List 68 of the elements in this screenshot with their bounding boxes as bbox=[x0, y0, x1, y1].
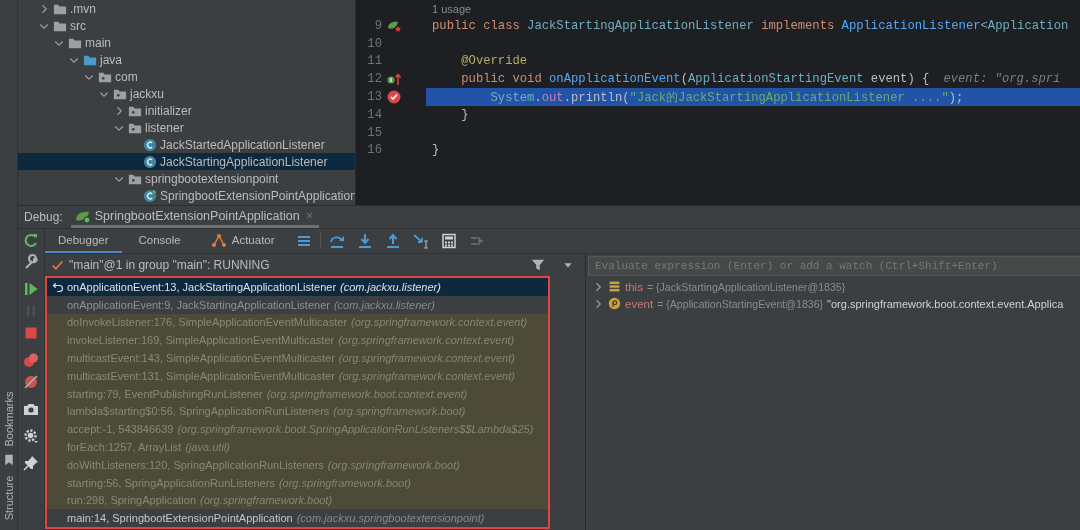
tool-window-tab[interactable]: Structure bbox=[3, 475, 15, 521]
stack-frame[interactable]: main:14, SpringbootExtensionPointApplication (com.jackxu.springbootextensionpoint) bbox=[47, 509, 548, 528]
line-number: 10 bbox=[366, 36, 382, 51]
code-line: } bbox=[460, 107, 469, 122]
stack-frame[interactable]: onApplicationEvent:9, JackStartingApplicationListener (com.jackxu.listener) bbox=[47, 295, 548, 314]
line-number: 16 bbox=[366, 143, 382, 158]
panel-tab[interactable]: Console bbox=[125, 229, 194, 253]
filter-icon[interactable] bbox=[531, 258, 545, 272]
line-number: 11 bbox=[366, 54, 382, 69]
variable-row[interactable]: event = {ApplicationStartingEvent@1836} "org.springframework.boot.context.event.Applica bbox=[586, 295, 1080, 312]
step-into-icon[interactable] bbox=[356, 233, 373, 249]
wrench-icon[interactable] bbox=[23, 254, 39, 270]
line-number: 12 bbox=[366, 72, 382, 87]
tree-item[interactable]: .mvn bbox=[18, 0, 355, 17]
stop-icon[interactable] bbox=[23, 325, 39, 341]
tree-item[interactable]: listener bbox=[18, 119, 355, 136]
session-tab[interactable]: SpringbootExtensionPointApplication × bbox=[70, 206, 320, 228]
tree-item[interactable]: java bbox=[18, 51, 355, 68]
panel-tab[interactable]: Actuator bbox=[197, 229, 288, 253]
stack-frame[interactable]: onApplicationEvent:13, JackStartingApplicationListener (com.jackxu.listener) bbox=[47, 278, 548, 296]
usage-hint[interactable]: 1 usage bbox=[432, 2, 472, 15]
implements-icon bbox=[386, 71, 402, 88]
pin-icon[interactable] bbox=[23, 455, 39, 471]
class-icon bbox=[143, 137, 157, 152]
tool-window-tab[interactable]: Bookmarks bbox=[3, 391, 15, 447]
line-number: 15 bbox=[366, 125, 382, 140]
tree-item[interactable]: src bbox=[18, 17, 355, 34]
field-icon bbox=[608, 280, 621, 293]
step-out-icon[interactable] bbox=[384, 233, 401, 249]
step-over-icon[interactable] bbox=[328, 233, 345, 249]
tree-item[interactable]: jackxu bbox=[18, 85, 355, 102]
code-line: System.out.println("Jack的JackStartingApplicationListener ...."); bbox=[489, 89, 964, 106]
calculator-icon[interactable] bbox=[440, 233, 457, 249]
parameter-icon bbox=[608, 297, 621, 310]
inlay-hint: event: "org.spri bbox=[943, 72, 1061, 87]
line-number: 9 bbox=[373, 18, 382, 33]
tree-item[interactable]: initializer bbox=[18, 102, 355, 119]
tree-item[interactable]: com bbox=[18, 68, 355, 85]
tree-item[interactable]: JackStartedApplicationListener bbox=[18, 136, 355, 153]
rerun-icon[interactable] bbox=[23, 232, 39, 248]
code-line: public class JackStartingApplicationListener implements ApplicationListener<Application bbox=[432, 18, 1069, 33]
tree-item[interactable]: JackStartingApplicationListener bbox=[18, 153, 355, 170]
tree-item[interactable]: main bbox=[18, 34, 355, 51]
actuator-icon bbox=[210, 232, 227, 248]
line-number: 14 bbox=[366, 107, 382, 122]
run-to-cursor-icon[interactable] bbox=[412, 233, 429, 249]
code-line: public void onApplicationEvent(ApplicationStartingEvent event) { bbox=[460, 72, 930, 87]
code-line: } bbox=[432, 143, 440, 158]
variable-row[interactable]: this = {JackStartingApplicationListener@1835} bbox=[586, 278, 1080, 295]
panel-tab[interactable]: Debugger bbox=[45, 229, 122, 253]
code-line: @Override bbox=[460, 54, 528, 69]
class-icon bbox=[143, 154, 157, 169]
resume-icon[interactable] bbox=[23, 281, 39, 297]
spring-class-icon bbox=[143, 188, 157, 203]
panel-label: Debug: bbox=[24, 210, 63, 224]
check-icon bbox=[51, 258, 64, 272]
breakpoint-icon[interactable] bbox=[386, 89, 402, 106]
line-number: 13 bbox=[366, 90, 382, 105]
menu-icon[interactable] bbox=[295, 233, 312, 249]
return-arrow-icon bbox=[52, 280, 64, 293]
tree-item[interactable]: springbootextensionpoint bbox=[18, 170, 355, 187]
settings-icon[interactable] bbox=[23, 428, 39, 444]
mute-breakpoints-icon[interactable] bbox=[23, 374, 39, 390]
camera-icon[interactable] bbox=[23, 401, 39, 417]
thread-selector[interactable]: "main"@1 in group "main": RUNNING bbox=[51, 258, 525, 272]
dropdown-caret-icon[interactable] bbox=[563, 260, 573, 270]
breakpoints-icon[interactable] bbox=[23, 352, 39, 368]
bookmark-icon[interactable] bbox=[3, 454, 15, 466]
